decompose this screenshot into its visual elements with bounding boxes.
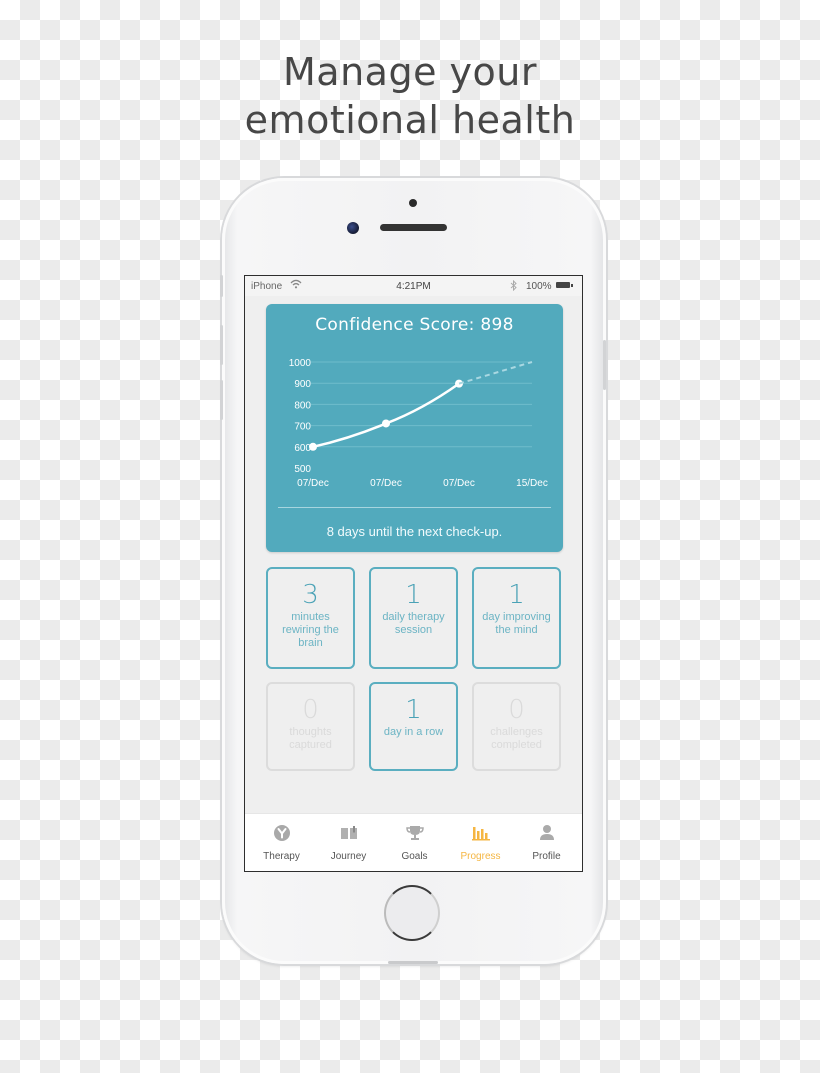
tab-bar: Therapy Journey Goals Progress Profile: [245, 813, 582, 871]
stat-value: 1: [405, 695, 422, 725]
tab-label: Journey: [330, 851, 367, 862]
person-icon: [537, 824, 557, 842]
y-tick-label: 700: [294, 422, 311, 433]
stat-value: 0: [302, 695, 319, 725]
headline-line-2: emotional health: [244, 98, 576, 142]
stat-value: 3: [302, 580, 319, 610]
stat-tile-daily-therapy: 1 daily therapy session: [369, 567, 458, 669]
home-button[interactable]: [384, 885, 440, 941]
bluetooth-icon: [510, 279, 517, 294]
headline-line-1: Manage your: [283, 50, 537, 94]
stat-label: day improving the mind: [482, 611, 551, 636]
tab-therapy[interactable]: Therapy: [248, 814, 315, 871]
y-tick-label: 1000: [289, 358, 312, 369]
data-point: [382, 419, 390, 428]
phone-screen: iPhone 4:21PM 100% Confidence Score: 898…: [244, 275, 583, 872]
data-point: [309, 442, 317, 451]
power-button: [603, 340, 606, 390]
earpiece-speaker: [380, 224, 447, 231]
projection-line: [458, 361, 533, 385]
battery-icon: [556, 282, 573, 288]
lightning-port: [388, 961, 438, 964]
y-tick-label: 800: [294, 400, 311, 411]
volume-up-button: [220, 325, 223, 365]
bar-chart-icon: [471, 824, 491, 842]
battery-percent: 100%: [526, 281, 552, 292]
stat-tile-days-improving: 1 day improving the mind: [472, 567, 561, 669]
volume-down-button: [220, 380, 223, 420]
stat-tile-minutes: 3 minutes rewiring the brain: [266, 567, 355, 669]
stat-tile-streak: 1 day in a row: [369, 682, 458, 771]
stat-tile-challenges: 0 challenges completed: [472, 682, 561, 771]
stat-label: challenges completed: [490, 726, 543, 751]
confidence-score-card: Confidence Score: 898 1000 900 800 700 600 50…: [266, 304, 563, 552]
x-tick-label: 07/Dec: [370, 478, 402, 489]
tab-label: Progress: [460, 851, 501, 862]
tab-label: Profile: [532, 851, 561, 862]
x-tick-label: 07/Dec: [443, 478, 475, 489]
mute-switch: [220, 275, 223, 297]
stat-label: day in a row: [383, 726, 444, 738]
stat-value: 1: [508, 580, 525, 610]
stat-value: 0: [508, 695, 525, 725]
journey-book-icon: [339, 824, 359, 842]
y-tick-label: 500: [294, 464, 311, 475]
y-tick-label: 900: [294, 379, 311, 390]
tab-profile[interactable]: Profile: [513, 814, 580, 871]
stat-label: thoughts captured: [289, 726, 332, 751]
front-camera: [347, 222, 359, 234]
proximity-sensor: [409, 199, 417, 207]
tab-journey[interactable]: Journey: [315, 814, 382, 871]
status-bar: iPhone 4:21PM 100%: [245, 276, 582, 296]
tab-label: Goals: [401, 851, 428, 862]
stat-value: 1: [405, 580, 422, 610]
next-checkup-text: 8 days until the next check-up.: [326, 524, 503, 539]
score-line: [311, 382, 461, 449]
trophy-icon: [405, 824, 425, 842]
tab-goals[interactable]: Goals: [381, 814, 448, 871]
x-tick-label: 15/Dec: [516, 478, 548, 489]
stat-tile-thoughts: 0 thoughts captured: [266, 682, 355, 771]
confidence-score-chart: 1000 900 800 700 600 500 07/Dec 07/Dec 07/Dec 15/…: [289, 358, 548, 489]
tab-label: Therapy: [263, 851, 300, 862]
card-divider: [278, 507, 551, 508]
therapy-icon: [272, 824, 292, 842]
stat-label: daily therapy session: [382, 611, 445, 636]
headline: Manage your emotional health: [0, 48, 820, 144]
stat-label: minutes rewiring the brain: [282, 611, 339, 649]
x-tick-label: 07/Dec: [297, 478, 329, 489]
tab-progress[interactable]: Progress: [447, 814, 514, 871]
y-tick-label: 600: [294, 443, 311, 454]
